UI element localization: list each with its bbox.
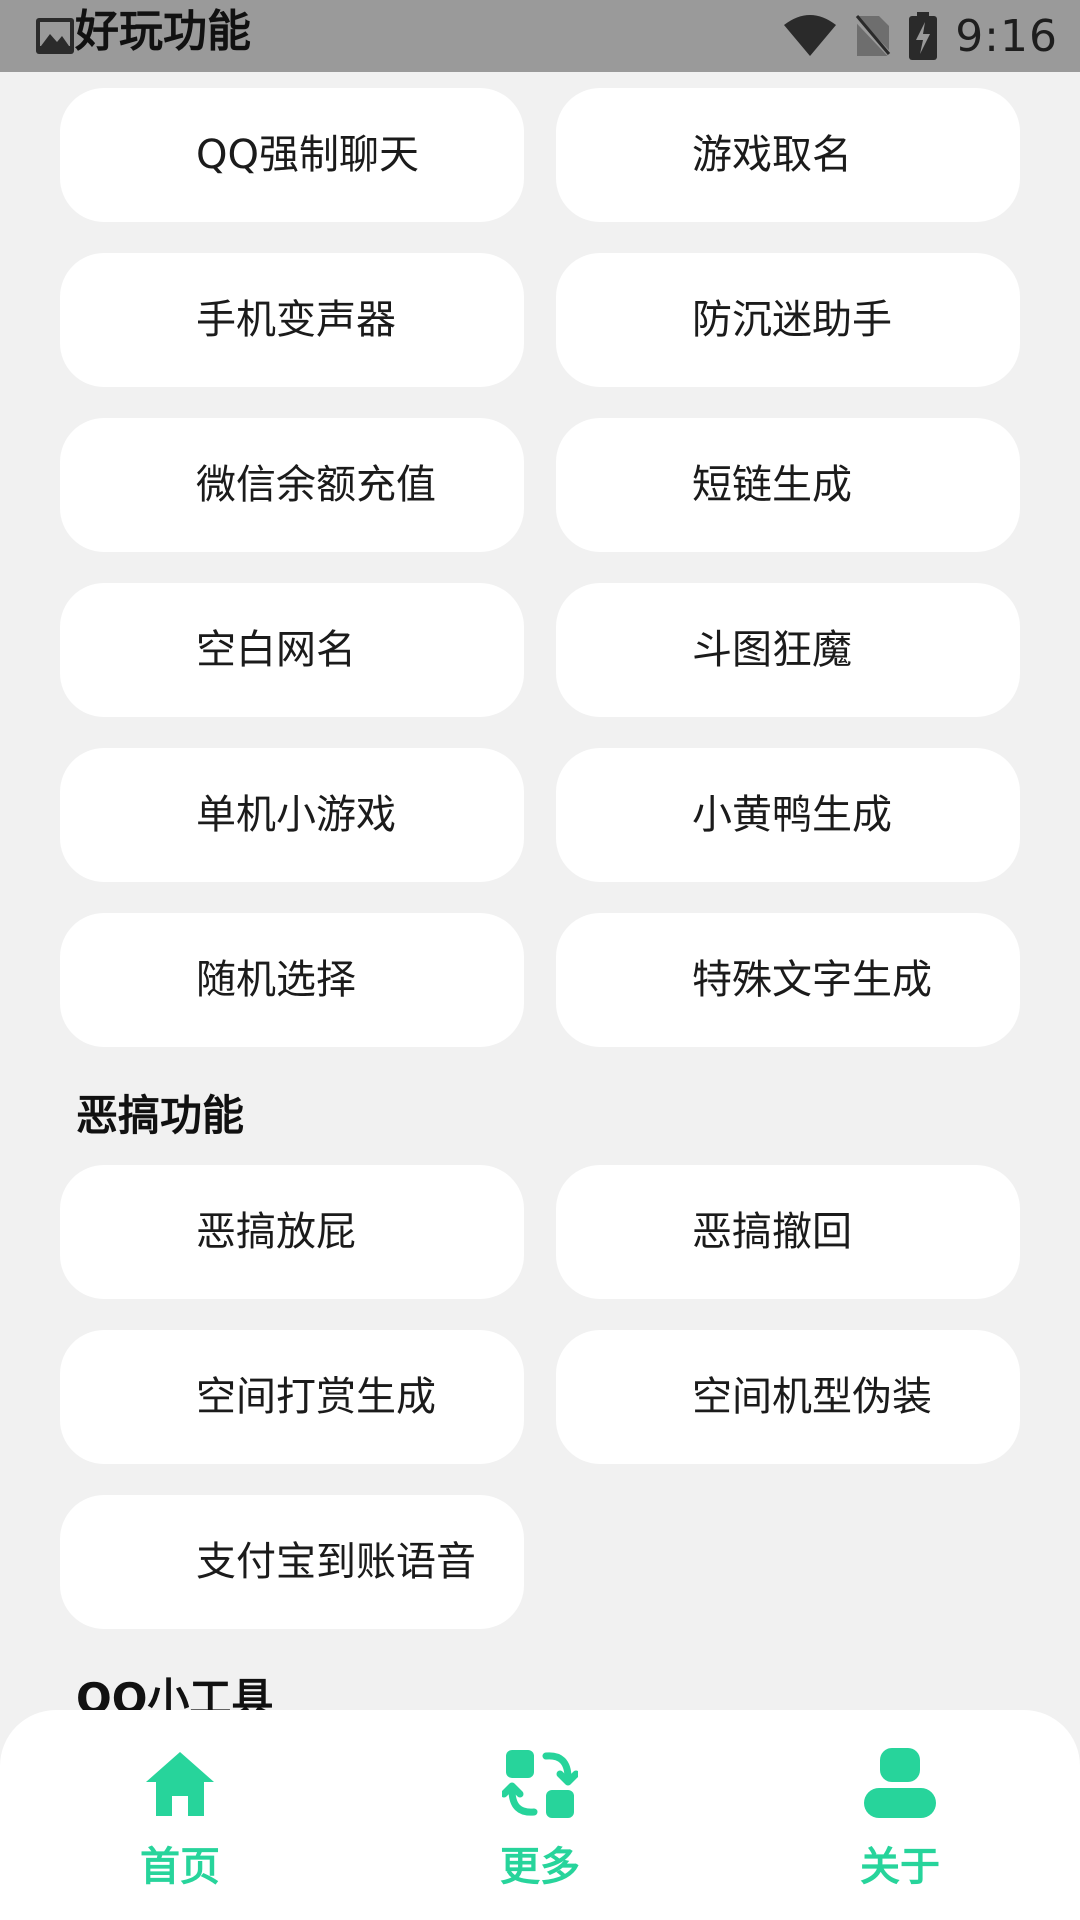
feature-random-choice[interactable]: 随机选择: [60, 913, 524, 1047]
wifi-icon: [784, 15, 837, 56]
nav-about[interactable]: 关于: [810, 1710, 990, 1920]
nav-about-label: 关于: [860, 1844, 940, 1890]
feature-alipay-voice[interactable]: 支付宝到账语音: [60, 1495, 524, 1629]
feature-qq-force-chat[interactable]: QQ强制聊天: [60, 88, 524, 222]
feature-meme-maker[interactable]: 斗图狂魔: [556, 583, 1020, 717]
feature-label: 空白网名: [196, 627, 356, 673]
feature-short-link[interactable]: 短链生成: [556, 418, 1020, 552]
home-icon: [146, 1752, 214, 1816]
feature-game-name[interactable]: 游戏取名: [556, 88, 1020, 222]
feature-voice-changer[interactable]: 手机变声器: [60, 253, 524, 387]
content-scroll[interactable]: QQ强制聊天 游戏取名 手机变声器 防沉迷助手 微信余额充值 短链生成 空白网名…: [0, 72, 1080, 1712]
feature-prank-fart[interactable]: 恶搞放屁: [60, 1165, 524, 1299]
status-bar: 好玩功能 9:16: [0, 0, 1080, 72]
feature-label: 短链生成: [692, 462, 852, 508]
feature-anti-addiction[interactable]: 防沉迷助手: [556, 253, 1020, 387]
no-sim-icon: [855, 15, 892, 58]
feature-label: 空间打赏生成: [196, 1374, 436, 1420]
feature-qzone-reward[interactable]: 空间打赏生成: [60, 1330, 524, 1464]
image-icon: [36, 18, 74, 54]
status-title: 好玩功能: [75, 6, 251, 57]
feature-label: 小黄鸭生成: [692, 792, 892, 838]
feature-label: 单机小游戏: [196, 792, 396, 838]
feature-label: 恶搞放屁: [196, 1209, 356, 1255]
battery-charging-icon: [909, 12, 938, 60]
section-title-prank: 恶搞功能: [76, 1091, 245, 1140]
section-title-qq-tools: QQ小工具: [76, 1674, 274, 1712]
feature-label: 支付宝到账语音: [196, 1539, 476, 1585]
feature-label: 空间机型伪装: [692, 1374, 932, 1420]
nav-home[interactable]: 首页: [90, 1710, 270, 1920]
more-icon: [502, 1750, 578, 1818]
feature-label: 游戏取名: [692, 132, 852, 178]
feature-label: 恶搞撤回: [692, 1209, 852, 1255]
feature-label: 特殊文字生成: [692, 957, 932, 1003]
nav-more-label: 更多: [500, 1844, 580, 1890]
status-time: 9:16: [955, 10, 1058, 62]
feature-offline-games[interactable]: 单机小游戏: [60, 748, 524, 882]
user-icon: [864, 1748, 936, 1818]
nav-more[interactable]: 更多: [450, 1710, 630, 1920]
feature-prank-recall[interactable]: 恶搞撤回: [556, 1165, 1020, 1299]
feature-yellow-duck[interactable]: 小黄鸭生成: [556, 748, 1020, 882]
feature-blank-name[interactable]: 空白网名: [60, 583, 524, 717]
feature-wechat-balance[interactable]: 微信余额充值: [60, 418, 524, 552]
feature-label: 手机变声器: [196, 297, 396, 343]
feature-label: 防沉迷助手: [692, 297, 892, 343]
feature-label: 微信余额充值: [196, 462, 436, 508]
feature-label: 随机选择: [196, 957, 356, 1003]
feature-label: 斗图狂魔: [692, 627, 852, 673]
bottom-nav: 首页 更多 关于: [0, 1710, 1080, 1920]
nav-home-label: 首页: [140, 1844, 220, 1890]
feature-special-text[interactable]: 特殊文字生成: [556, 913, 1020, 1047]
feature-qzone-device-spoof[interactable]: 空间机型伪装: [556, 1330, 1020, 1464]
status-right: 9:16: [783, 0, 1058, 72]
feature-label: QQ强制聊天: [196, 132, 419, 178]
